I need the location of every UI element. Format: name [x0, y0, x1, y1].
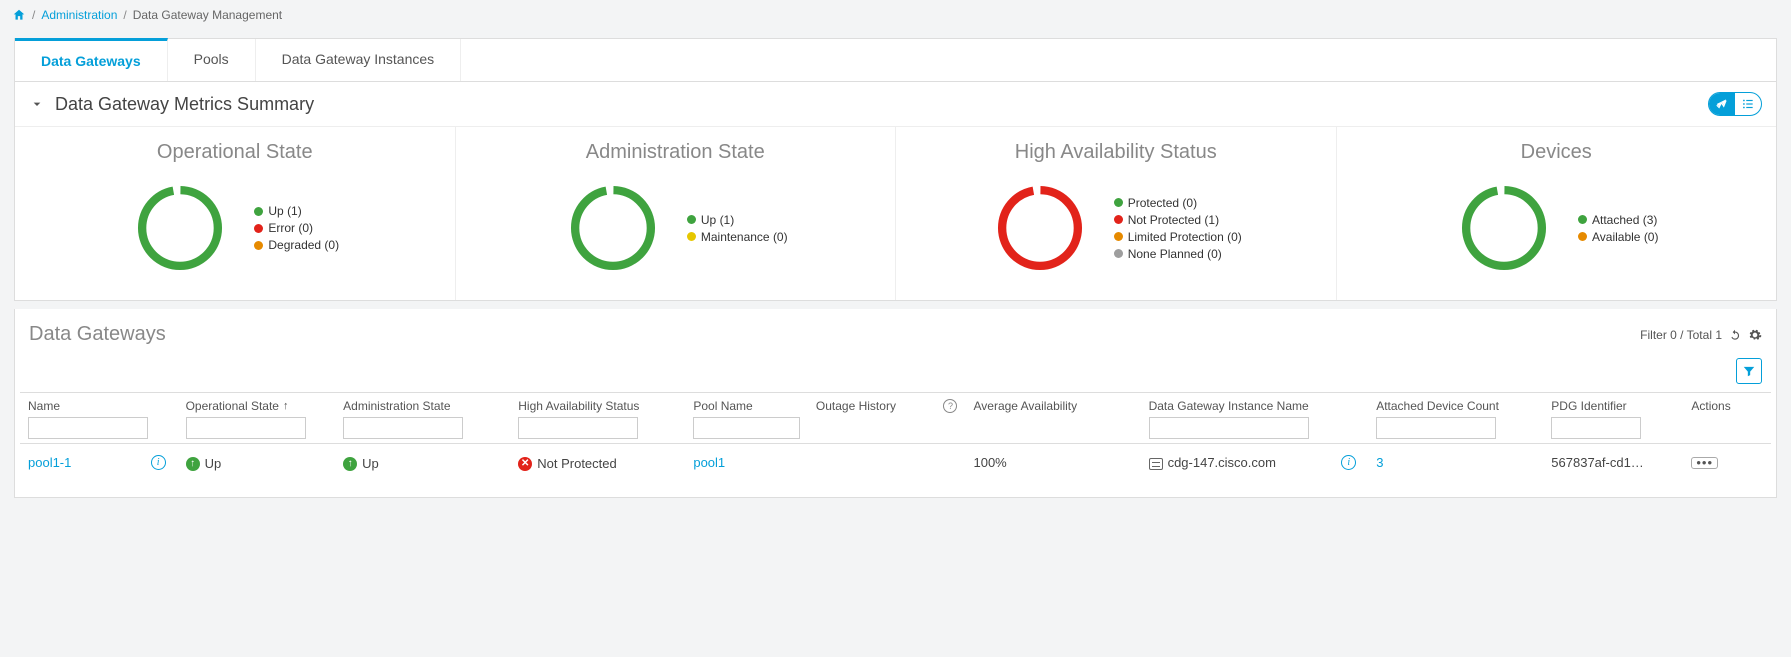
view-toggle: [1708, 92, 1762, 116]
row-avg-availability: 100%: [973, 455, 1006, 470]
donut-chart-icon: [990, 178, 1090, 278]
tab-data-gateway-instances[interactable]: Data Gateway Instances: [256, 39, 462, 81]
filter-total-text: Filter 0 / Total 1: [1640, 328, 1722, 342]
col-pdg-identifier[interactable]: PDG Identifier: [1543, 393, 1683, 444]
col-admin-state[interactable]: Administration State: [335, 393, 510, 444]
metric-operational-state: Operational State Up (1) Error (0) Degra…: [15, 127, 456, 300]
tab-data-gateways[interactable]: Data Gateways: [15, 38, 168, 81]
home-icon[interactable]: [12, 8, 26, 22]
filter-inst-input[interactable]: [1149, 417, 1309, 439]
sort-asc-icon: ↑: [283, 400, 289, 412]
filter-pool-input[interactable]: [693, 417, 800, 439]
status-up-icon: ↑: [186, 457, 200, 471]
metric-title: Administration State: [466, 141, 886, 164]
metric-high-availability: High Availability Status Protected (0) N…: [896, 127, 1337, 300]
server-icon: [1149, 458, 1163, 470]
breadcrumb-sep: /: [123, 8, 126, 22]
col-outage-history[interactable]: Outage History?: [808, 393, 966, 444]
table-row: pool1-1 i ↑ Up ↑ Up ✕ Not Protected pool1 10…: [20, 444, 1771, 482]
col-avg-availability[interactable]: Average Availability: [965, 393, 1140, 444]
filter-count-input[interactable]: [1376, 417, 1496, 439]
col-pool-name[interactable]: Pool Name: [685, 393, 808, 444]
breadcrumb-admin[interactable]: Administration: [41, 8, 117, 22]
breadcrumb: / Administration / Data Gateway Manageme…: [0, 0, 1791, 30]
row-pool-link[interactable]: pool1: [693, 455, 725, 470]
filter-pdg-input[interactable]: [1551, 417, 1641, 439]
tabs: Data Gateways Pools Data Gateway Instanc…: [15, 39, 1776, 82]
metric-title: High Availability Status: [906, 141, 1326, 164]
row-attached-count-link[interactable]: 3: [1376, 455, 1383, 470]
col-instance-name[interactable]: Data Gateway Instance Name: [1141, 393, 1369, 444]
help-icon[interactable]: ?: [943, 399, 957, 413]
info-icon[interactable]: i: [151, 455, 166, 470]
row-pdg-identifier: 567837af-cd1…: [1551, 455, 1644, 470]
col-actions: Actions: [1683, 393, 1771, 444]
col-ha-status[interactable]: High Availability Status: [510, 393, 685, 444]
filter-admin-input[interactable]: [343, 417, 463, 439]
chevron-down-icon[interactable]: [29, 96, 45, 112]
metric-administration-state: Administration State Up (1) Maintenance …: [456, 127, 897, 300]
view-chart-button[interactable]: [1709, 93, 1735, 115]
info-icon[interactable]: i: [1341, 455, 1356, 470]
col-name[interactable]: Name: [20, 393, 178, 444]
filter-name-input[interactable]: [28, 417, 148, 439]
gear-icon[interactable]: [1748, 328, 1762, 342]
filter-button[interactable]: [1736, 358, 1762, 384]
row-admin-state: Up: [362, 456, 379, 471]
filter-op-input[interactable]: [186, 417, 306, 439]
col-op-state[interactable]: Operational State↑: [178, 393, 336, 444]
more-actions-button[interactable]: •••: [1691, 457, 1718, 469]
donut-chart-icon: [130, 178, 230, 278]
status-up-icon: ↑: [343, 457, 357, 471]
row-op-state: Up: [205, 456, 222, 471]
donut-chart-icon: [1454, 178, 1554, 278]
section-title: Data Gateways: [29, 323, 166, 346]
metric-title: Operational State: [25, 141, 445, 164]
filter-ha-input[interactable]: [518, 417, 638, 439]
tab-pools[interactable]: Pools: [168, 39, 256, 81]
status-error-icon: ✕: [518, 457, 532, 471]
breadcrumb-sep: /: [32, 8, 35, 22]
refresh-icon[interactable]: [1728, 328, 1742, 342]
breadcrumb-current: Data Gateway Management: [133, 8, 282, 22]
metric-title: Devices: [1347, 141, 1767, 164]
col-attached-count[interactable]: Attached Device Count: [1368, 393, 1543, 444]
donut-chart-icon: [563, 178, 663, 278]
summary-title: Data Gateway Metrics Summary: [55, 94, 314, 115]
row-ha-status: Not Protected: [537, 456, 617, 471]
view-list-button[interactable]: [1735, 93, 1761, 115]
row-name-link[interactable]: pool1-1: [28, 455, 71, 470]
metric-devices: Devices Attached (3) Available (0): [1337, 127, 1777, 300]
row-instance-name: cdg-147.cisco.com: [1168, 455, 1276, 470]
data-gateways-table: Name Operational State↑ Administration S…: [20, 392, 1771, 481]
